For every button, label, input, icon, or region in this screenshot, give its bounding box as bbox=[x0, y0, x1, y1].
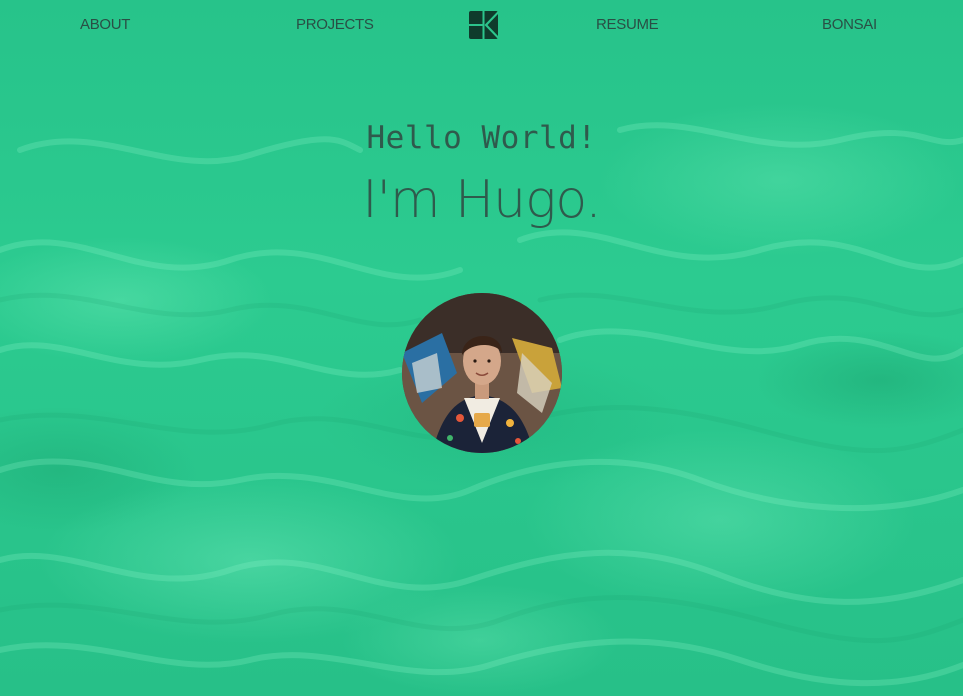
logo-glyph bbox=[469, 11, 498, 39]
hero-greeting: Hello World! bbox=[366, 120, 597, 156]
monogram-logo-icon[interactable] bbox=[469, 11, 498, 39]
nav-link-bonsai[interactable]: BONSAI bbox=[822, 16, 877, 33]
nav-link-about[interactable]: ABOUT bbox=[80, 16, 130, 33]
hero-name: I'm Hugo. bbox=[362, 170, 602, 230]
nav-link-resume[interactable]: RESUME bbox=[596, 16, 659, 33]
profile-avatar bbox=[402, 293, 562, 453]
nav-link-projects[interactable]: PROJECTS bbox=[296, 16, 374, 33]
top-navigation: ABOUT PROJECTS RESUME BONSAI bbox=[0, 0, 963, 50]
profile-photo bbox=[402, 293, 562, 453]
